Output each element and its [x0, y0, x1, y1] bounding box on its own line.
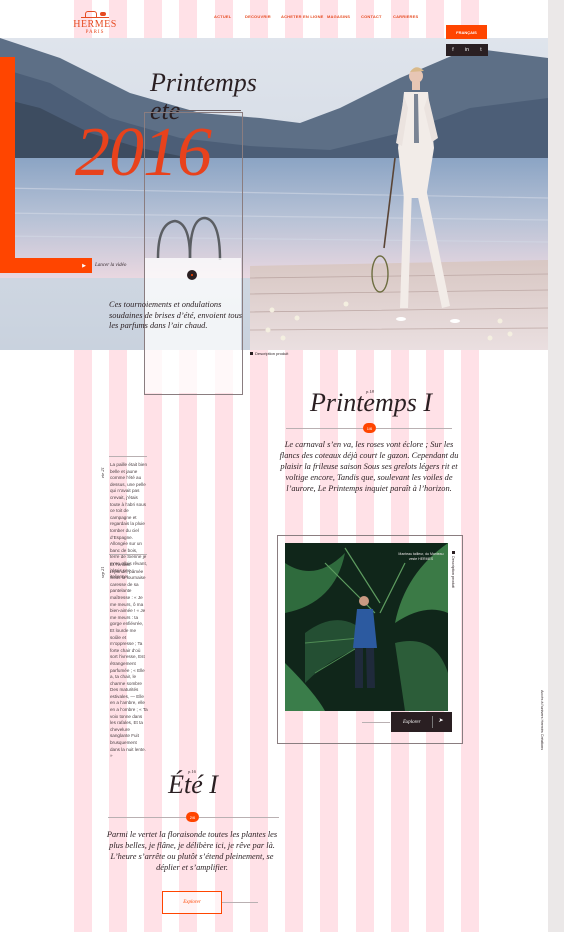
- side-label: ete 21: [100, 467, 105, 478]
- printemps-title: Printemps I: [309, 388, 433, 417]
- nav-item-magasins[interactable]: MAGASINS: [327, 14, 350, 19]
- facebook-icon[interactable]: f: [446, 44, 460, 56]
- divider: [222, 902, 258, 903]
- brand-name: HERMES: [73, 19, 117, 30]
- brand-city: PARIS: [85, 30, 105, 35]
- description-link[interactable]: Description produit: [255, 351, 288, 356]
- explore-outline-button[interactable]: Explorer: [162, 891, 222, 914]
- explore-button[interactable]: Explorer ➤: [391, 712, 452, 732]
- twitter-icon[interactable]: t: [474, 44, 488, 56]
- product-photo[interactable]: [285, 543, 448, 711]
- hero-title-line1: Printemps: [150, 68, 257, 97]
- bullet-icon: [452, 551, 455, 554]
- arrow-right-icon: ➤: [438, 718, 444, 724]
- quote-frame: [144, 112, 243, 395]
- accent-bar: [0, 57, 15, 273]
- hero-quote: Ces tournoiements et ondulations soudain…: [109, 300, 243, 330]
- title-rule: [168, 110, 241, 111]
- side-text: Et l’enfant répondit, pâmée Sous la four…: [110, 562, 148, 759]
- nav-item-carrieres[interactable]: CARRIERES: [393, 14, 418, 19]
- divider: [108, 817, 186, 818]
- nav-item-decouvrir[interactable]: DECOUVRIR: [245, 14, 271, 19]
- ete-title: Été I: [168, 770, 218, 799]
- side-rule: [109, 554, 147, 555]
- language-button[interactable]: FRANÇAIS: [446, 25, 487, 39]
- divider: [362, 722, 390, 723]
- hero-image: [0, 38, 548, 350]
- bullet-icon: [250, 352, 253, 355]
- divider: [199, 817, 279, 818]
- divider: [376, 428, 452, 429]
- play-icon[interactable]: ▶: [78, 260, 90, 271]
- brand-logo[interactable]: HERMES PARIS: [73, 10, 117, 35]
- nav-item-contact[interactable]: CONTACT: [361, 14, 382, 19]
- ete-text: Parmi le vertet la floraisonde toutes le…: [106, 830, 278, 872]
- explore-label: Explorer: [403, 719, 421, 725]
- edge-label[interactable]: Accès à l’univers Hermès Créations: [540, 690, 544, 750]
- separator: [432, 716, 433, 728]
- play-dot-icon[interactable]: [187, 270, 197, 280]
- product-vertical-label: Description produit: [451, 556, 455, 588]
- page-badge: 1/6: [363, 423, 376, 433]
- video-link[interactable]: Lancer la vidéo: [95, 263, 126, 268]
- divider: [286, 428, 368, 429]
- side-label: sep 21: [100, 566, 105, 578]
- right-margin: [548, 0, 564, 932]
- linkedin-icon[interactable]: in: [460, 44, 474, 56]
- nav-item-actuel[interactable]: ACTUEL: [214, 14, 231, 19]
- product-caption: Manteau tailleur, du Manteau veste HERME…: [398, 552, 444, 561]
- page-badge: 2/6: [186, 812, 199, 822]
- nav-item-acheter[interactable]: ACHETER EN LIGNE: [281, 14, 324, 19]
- carriage-icon: [81, 10, 109, 18]
- printemps-poem: Le carnaval s’en va, les roses vont éclo…: [279, 440, 459, 493]
- side-rule: [109, 456, 147, 457]
